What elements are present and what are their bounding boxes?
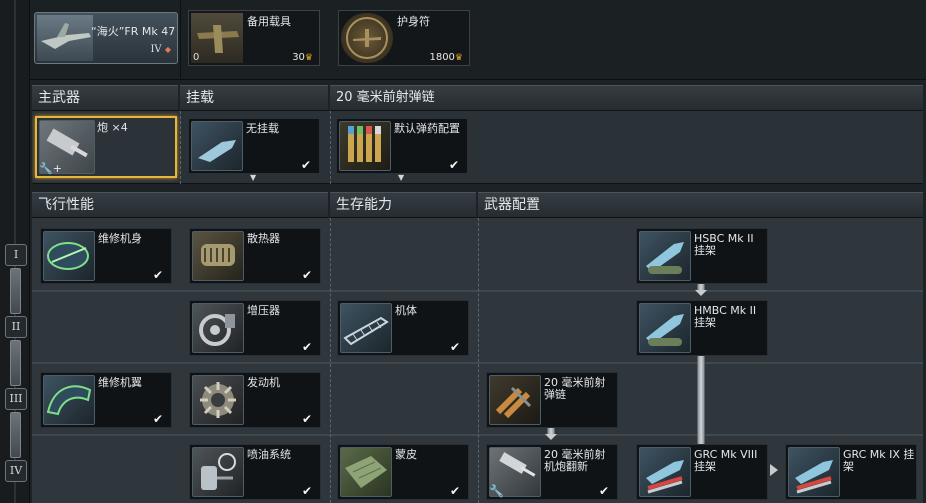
vehicle-name: “海火”FR Mk 47 (91, 25, 176, 38)
bomb-rack-icon (639, 231, 691, 281)
section-survivability: 生存能力 (330, 192, 476, 218)
backup-vehicle-card[interactable]: 备用载具 0 30♛ (188, 10, 320, 66)
check-icon: ✔ (302, 412, 313, 426)
mod-cover[interactable]: 蒙皮 ✔ (337, 444, 469, 500)
radiator-icon (192, 231, 244, 281)
engine-icon (192, 375, 244, 425)
rocket-rack-icon (639, 447, 691, 497)
secondary-weapon-slot[interactable]: 无挂载 ✔ (188, 118, 320, 174)
rank-progress-bar (10, 340, 21, 386)
mod-label: 机体 (395, 304, 417, 317)
mod-label: 散热器 (247, 232, 280, 245)
mod-belt-20mm[interactable]: 20 毫米前射弹链 (486, 372, 618, 428)
aircraft-spitfire-icon (37, 15, 93, 61)
talisman-label: 护身符 (397, 15, 430, 28)
check-icon: ✔ (302, 340, 313, 354)
primary-weapon-slot[interactable]: 🔧+ 炮 ×4 (35, 116, 177, 178)
mod-label: GRC Mk IX 挂架 (843, 448, 915, 473)
talisman-card[interactable]: 护身符 1800♛ (338, 10, 470, 66)
mod-label: 维修机翼 (98, 376, 142, 389)
mod-injection[interactable]: 喷油系统 ✔ (189, 444, 321, 500)
check-icon: ✔ (301, 158, 312, 172)
section-flight-performance: 飞行性能 (32, 192, 328, 218)
mod-hsbc-rack[interactable]: HSBC Mk II 挂架 (636, 228, 768, 284)
mod-repair-fuselage[interactable]: 维修机身 ✔ (40, 228, 172, 284)
fuselage-repair-icon (43, 231, 95, 281)
skin-cover-icon (340, 447, 392, 497)
mod-label: GRC Mk VIII 挂架 (694, 448, 758, 473)
mod-airframe[interactable]: 机体 ✔ (337, 300, 469, 356)
wrench-icon: 🔧+ (39, 162, 62, 175)
section-belt: 20 毫米前射弹链 (330, 85, 923, 111)
rank-progress-bar (10, 268, 21, 314)
check-icon: ✔ (302, 268, 313, 282)
chevron-down-icon[interactable]: ▼ (250, 173, 256, 182)
ammo-belt-icon (489, 375, 541, 425)
mod-label: 20 毫米前射弹链 (544, 376, 606, 401)
talisman-icon (341, 13, 393, 63)
bomb-rack-icon (639, 303, 691, 353)
ammo-belt-icon (339, 121, 391, 171)
mod-label: 喷油系统 (247, 448, 291, 461)
rank-label-2: II (5, 316, 27, 338)
arrow-down-icon (695, 290, 707, 296)
check-icon: ✔ (153, 412, 164, 426)
rank-label-4: IV (5, 460, 27, 482)
mod-radiator[interactable]: 散热器 ✔ (189, 228, 321, 284)
mod-label: HSBC Mk II 挂架 (694, 232, 754, 257)
mod-label: 增压器 (247, 304, 280, 317)
mod-label: HMBC Mk II 挂架 (694, 304, 757, 329)
mod-label: 维修机身 (98, 232, 142, 245)
check-icon: ✔ (153, 268, 164, 282)
belt-label: 默认弹药配置 (394, 122, 460, 135)
section-secondary-weapons: 挂载 (180, 85, 328, 111)
mod-label: 20 毫米前射机炮翻新 (544, 448, 606, 473)
check-icon: ✔ (450, 340, 461, 354)
mod-cannon-refit[interactable]: 🔧 20 毫米前射机炮翻新 ✔ (486, 444, 618, 500)
rank-label-1: I (5, 244, 27, 266)
mod-grc-mk8[interactable]: GRC Mk VIII 挂架 (636, 444, 768, 500)
mod-label: 发动机 (247, 376, 280, 389)
empty-pylon-icon (191, 121, 243, 171)
injection-icon (192, 447, 244, 497)
check-icon: ✔ (599, 484, 610, 498)
golden-eagle-icon: ♛ (304, 53, 313, 63)
arrow-down-icon (545, 434, 557, 440)
golden-eagle-icon: ♛ (454, 53, 463, 63)
check-icon: ✔ (449, 158, 460, 172)
belt-slot[interactable]: 默认弹药配置 ✔ (336, 118, 468, 174)
primary-weapon-label: 炮 ×4 (97, 121, 128, 134)
wrench-icon: 🔧 (489, 484, 504, 498)
section-primary-weapons: 主武器 (32, 85, 178, 111)
rank-progress-bar (10, 412, 21, 458)
mod-hmbc-rack[interactable]: HMBC Mk II 挂架 (636, 300, 768, 356)
vehicle-rank: IV ◆ (150, 44, 171, 55)
mod-engine[interactable]: 发动机 ✔ (189, 372, 321, 428)
rocket-rack-icon (788, 447, 840, 497)
section-weapon-config: 武器配置 (478, 192, 923, 218)
airframe-icon (340, 303, 392, 353)
mod-grc-mk9[interactable]: GRC Mk IX 挂架 (785, 444, 917, 500)
wing-repair-icon (43, 375, 95, 425)
arrow-right-icon (770, 464, 778, 476)
vehicle-card[interactable]: “海火”FR Mk 47 IV ◆ (34, 12, 178, 64)
backup-cost: 30♛ (292, 52, 313, 63)
vehicle-slot-bar: “海火”FR Mk 47 IV ◆ 备用载具 0 30♛ 护身符 1800♛ (30, 0, 926, 80)
rank-label-3: III (5, 388, 27, 410)
talisman-cost: 1800♛ (429, 52, 463, 63)
mod-label: 蒙皮 (395, 448, 417, 461)
backup-vehicle-label: 备用载具 (247, 15, 291, 28)
mod-repair-wing[interactable]: 维修机翼 ✔ (40, 372, 172, 428)
backup-count: 0 (193, 52, 200, 63)
check-icon: ✔ (450, 484, 461, 498)
check-icon: ✔ (302, 484, 313, 498)
supercharger-icon (192, 303, 244, 353)
chevron-down-icon[interactable]: ▼ (398, 173, 404, 182)
secondary-weapon-label: 无挂载 (246, 122, 279, 135)
mod-supercharger[interactable]: 增压器 ✔ (189, 300, 321, 356)
rank-strip: I II III IV (0, 0, 30, 503)
